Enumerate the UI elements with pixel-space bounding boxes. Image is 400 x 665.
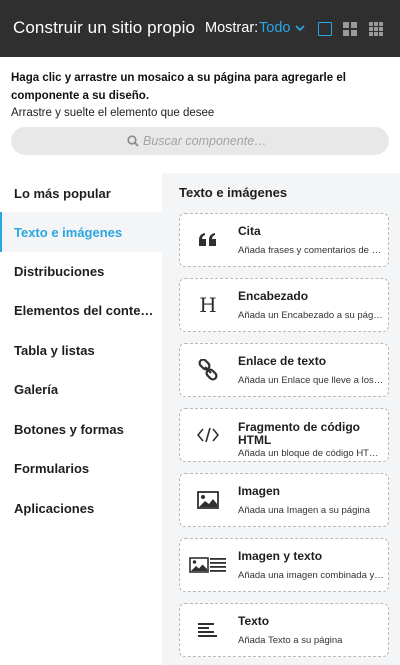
instructions-subtext: Arrastre y suelte el elemento que desee [11, 107, 215, 119]
component-description: Añada una imagen combinada y … [238, 570, 384, 581]
show-filter-value: Todo [259, 20, 291, 36]
category-sidebar: Lo más popular Texto e imágenes Distribu… [0, 173, 162, 665]
component-title: Cita [238, 224, 261, 238]
component-description: Añada frases y comentarios de … [238, 245, 382, 256]
component-tile-html-snippet[interactable]: Fragmento de código HTML Añada un bloque… [179, 408, 389, 462]
svg-text:H: H [199, 295, 216, 315]
search-input[interactable] [143, 134, 273, 148]
quote-icon [188, 222, 228, 258]
grid-2x2-view-icon[interactable] [343, 22, 357, 36]
sidebar-item-gallery[interactable]: Galería [0, 369, 162, 409]
image-icon [188, 482, 228, 518]
component-description: Añada un Encabezado a su página [238, 310, 384, 321]
component-title: Imagen [238, 484, 281, 498]
component-tile-image-text[interactable]: Imagen y texto Añada una imagen combinad… [179, 538, 389, 592]
component-tile-quote[interactable]: Cita Añada frases y comentarios de … [179, 213, 389, 267]
image-text-icon [188, 547, 228, 583]
sidebar-item-forms[interactable]: Formularios [0, 448, 162, 488]
component-title: Fragmento de código HTML [238, 420, 361, 447]
top-bar: Construir un sitio propio Mostrar: Todo [0, 0, 400, 57]
component-description: Añada una Imagen a su página [238, 505, 371, 516]
section-title: Texto e imágenes [179, 185, 288, 200]
link-icon [188, 352, 228, 388]
code-icon [188, 417, 228, 453]
component-title: Texto [238, 614, 270, 628]
single-view-icon[interactable] [318, 22, 332, 36]
grid-3x3-view-icon[interactable] [369, 22, 383, 36]
sidebar-item-apps[interactable]: Aplicaciones [0, 488, 162, 528]
component-tile-text[interactable]: Texto Añada Texto a su página [179, 603, 389, 657]
component-description: Añada un Enlace que lleve a los … [238, 375, 384, 386]
component-list-panel: Texto e imágenes Cita Añada frases y com… [162, 173, 400, 665]
component-description: Añada Texto a su página [238, 635, 343, 646]
component-tile-text-link[interactable]: Enlace de texto Añada un Enlace que llev… [179, 343, 389, 397]
panel-title: Construir un sitio propio [13, 18, 196, 37]
component-description: Añada un bloque de código HT… [238, 448, 379, 459]
heading-icon: H [188, 287, 228, 323]
text-icon [188, 612, 228, 648]
component-tile-image[interactable]: Imagen Añada una Imagen a su página [179, 473, 389, 527]
search-icon [127, 135, 139, 147]
component-title: Encabezado [238, 289, 309, 303]
instructions-text: Haga clic y arrastre un mosaico a su pág… [11, 72, 346, 102]
show-filter-label: Mostrar: [205, 20, 259, 36]
search-bar[interactable] [11, 127, 389, 155]
component-tile-heading[interactable]: H Encabezado Añada un Encabezado a su pá… [179, 278, 389, 332]
show-filter-dropdown[interactable]: Todo [259, 20, 306, 36]
sidebar-item-content-elements[interactable]: Elementos del conte… [0, 290, 162, 330]
sidebar-item-buttons-shapes[interactable]: Botones y formas [0, 409, 162, 449]
chevron-down-icon [295, 25, 306, 32]
component-title: Enlace de texto [238, 354, 327, 368]
sidebar-item-text-images[interactable]: Texto e imágenes [0, 212, 162, 252]
sidebar-item-tables-lists[interactable]: Tabla y listas [0, 330, 162, 370]
component-title: Imagen y texto [238, 549, 323, 563]
sidebar-item-popular[interactable]: Lo más popular [0, 173, 162, 213]
sidebar-item-layouts[interactable]: Distribuciones [0, 251, 162, 291]
